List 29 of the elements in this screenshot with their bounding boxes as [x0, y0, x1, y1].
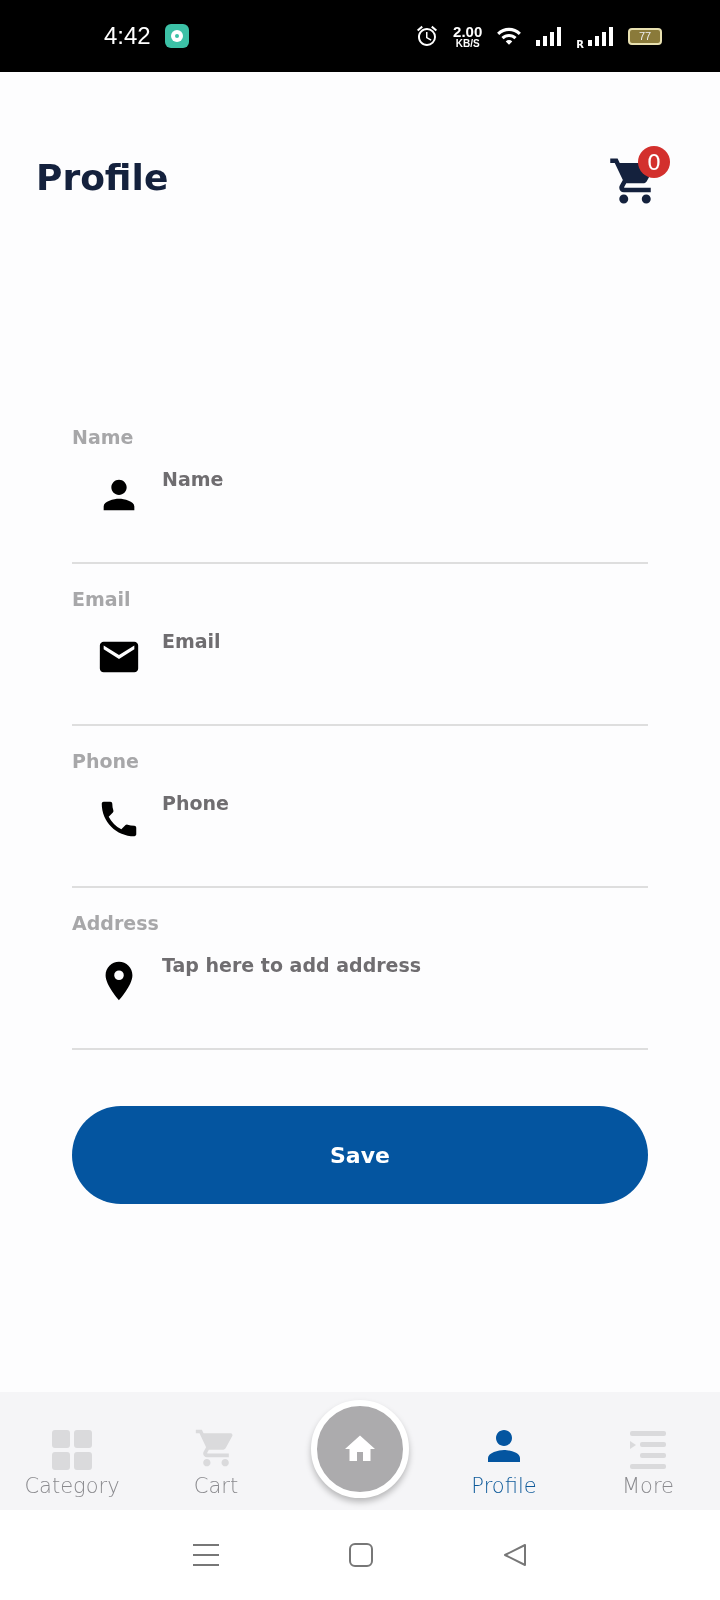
- nav-tab[interactable]: Profile: [432, 1392, 576, 1510]
- input-field[interactable]: Email: [162, 630, 648, 652]
- field-label: Address: [72, 912, 160, 934]
- alarm-icon: [415, 24, 440, 48]
- signal-icon: [588, 26, 614, 46]
- input-field[interactable]: Tap here to add address: [162, 954, 648, 976]
- home-button[interactable]: [311, 1400, 409, 1498]
- input-field[interactable]: Name: [162, 468, 648, 490]
- grid-icon: [52, 1430, 92, 1470]
- field-label: Email: [72, 588, 132, 610]
- field-label: Name: [72, 426, 135, 448]
- app-notification-icon: [164, 24, 189, 48]
- save-button[interactable]: Save: [72, 1106, 648, 1204]
- menu-icon[interactable]: [193, 1543, 219, 1567]
- roaming-label: R: [576, 39, 584, 50]
- back-icon[interactable]: [503, 1543, 527, 1567]
- clock-time: 4:42: [104, 22, 151, 50]
- menu-icon: [628, 1430, 668, 1470]
- field-label: Phone: [72, 750, 140, 772]
- nav-tab[interactable]: Category: [0, 1392, 144, 1510]
- page-title: Profile: [36, 156, 169, 198]
- nav-tab[interactable]: Cart: [144, 1392, 288, 1510]
- home-square-icon[interactable]: [349, 1543, 373, 1567]
- nav-tab[interactable]: More: [576, 1392, 720, 1510]
- input-field[interactable]: Phone: [162, 792, 648, 814]
- signal-icon: [536, 26, 563, 46]
- cart-count-badge: 0: [638, 146, 670, 178]
- battery-level: 77: [628, 27, 662, 45]
- network-speed: 2.00 KB/S: [453, 23, 483, 49]
